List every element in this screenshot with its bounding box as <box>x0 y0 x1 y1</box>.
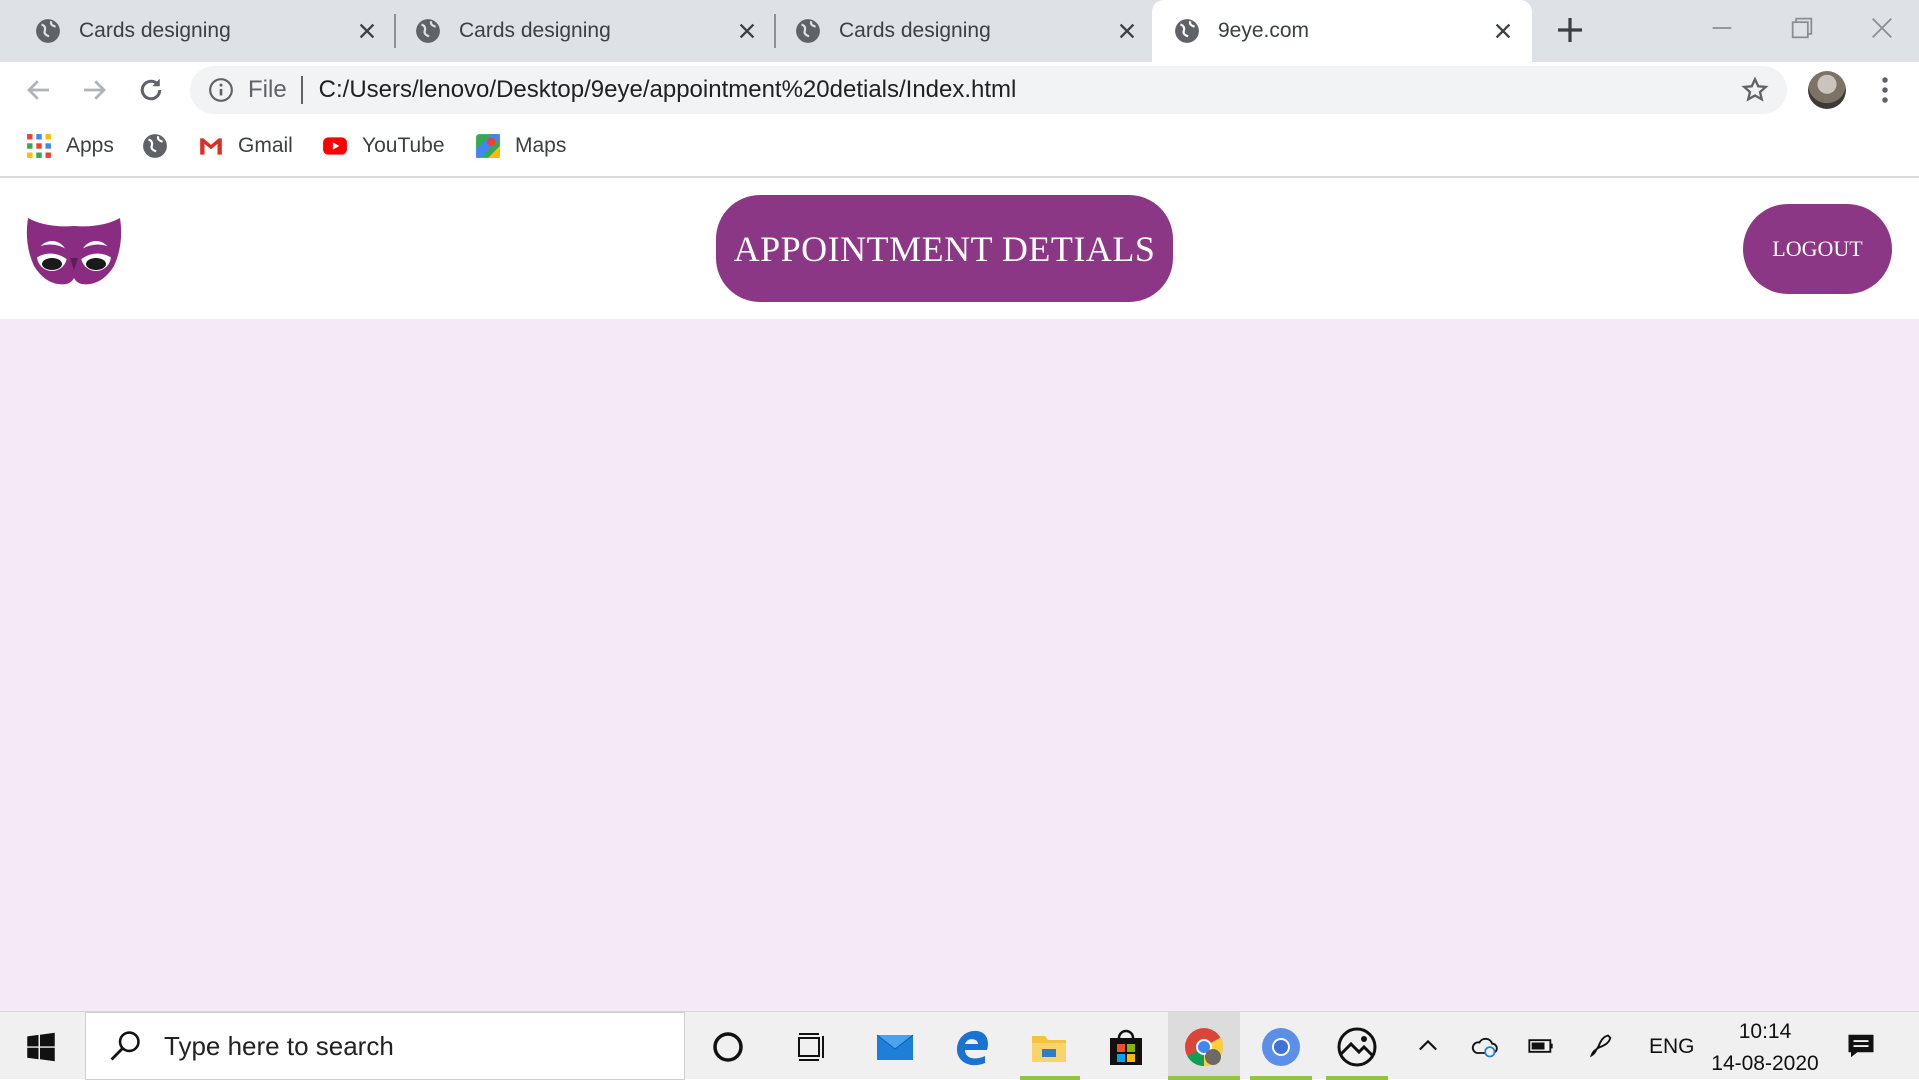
bookmark-maps[interactable]: Maps <box>475 130 566 162</box>
browser-tab[interactable]: Cards designing <box>380 0 776 62</box>
photos-icon[interactable] <box>1336 1026 1378 1068</box>
globe-icon <box>796 19 820 43</box>
cortana-icon[interactable] <box>707 1026 749 1068</box>
system-clock[interactable]: 10:14 14-08-2020 <box>1700 1016 1830 1080</box>
globe-icon <box>36 19 60 43</box>
site-info-icon[interactable] <box>208 77 234 103</box>
mail-icon[interactable] <box>874 1026 916 1068</box>
running-indicator <box>1168 1076 1240 1080</box>
maps-icon <box>476 134 500 158</box>
youtube-icon <box>323 137 347 155</box>
browser-tab-strip: Cards designing Cards designing Cards de… <box>0 0 1919 62</box>
bookmark-star-icon[interactable] <box>1741 76 1769 104</box>
minimize-icon[interactable] <box>1708 14 1736 42</box>
windows-start-icon[interactable] <box>26 1032 56 1062</box>
search-placeholder: Type here to search <box>164 1030 394 1061</box>
pen-workspace-icon[interactable] <box>1587 1032 1615 1060</box>
tab-title: Cards designing <box>839 19 991 42</box>
new-tab-icon[interactable] <box>1554 14 1586 46</box>
bookmarks-bar: Apps Gmail YouTube Maps <box>0 116 1919 178</box>
chromium-icon[interactable] <box>1260 1026 1302 1068</box>
back-icon[interactable] <box>24 75 54 105</box>
clock-time: 10:14 <box>1738 1020 1792 1043</box>
taskbar-search-box[interactable]: Type here to search <box>85 1012 685 1080</box>
url-scheme-label: File <box>248 76 287 103</box>
close-tab-icon[interactable] <box>736 20 758 42</box>
forward-icon[interactable] <box>79 75 109 105</box>
chrome-icon[interactable] <box>1183 1026 1225 1068</box>
globe-icon <box>416 19 440 43</box>
close-tab-icon[interactable] <box>1116 20 1138 42</box>
tab-title: Cards designing <box>459 19 611 42</box>
chevron-up-icon[interactable] <box>1414 1032 1442 1060</box>
bookmark-label: Maps <box>515 134 567 157</box>
site-header: APPOINTMENT DETIALS LOGOUT <box>0 180 1919 319</box>
more-menu-icon[interactable] <box>1870 75 1900 105</box>
bookmark-globe[interactable] <box>142 130 182 162</box>
close-tab-icon[interactable] <box>1492 20 1514 42</box>
page-content: APPOINTMENT DETIALS LOGOUT <box>0 180 1919 1011</box>
battery-icon[interactable] <box>1527 1032 1555 1060</box>
edge-icon[interactable] <box>951 1026 993 1068</box>
gmail-icon <box>200 138 222 155</box>
action-center-icon[interactable] <box>1846 1031 1876 1061</box>
profile-avatar[interactable] <box>1808 71 1846 109</box>
url-divider <box>300 76 303 104</box>
onedrive-sync-icon[interactable] <box>1470 1032 1498 1060</box>
browser-toolbar: File C:/Users/lenovo/Desktop/9eye/appoin… <box>0 62 1919 116</box>
globe-icon <box>143 134 167 158</box>
clock-date: 14-08-2020 <box>1711 1052 1819 1075</box>
task-view-icon[interactable] <box>791 1026 833 1068</box>
owl-logo-icon[interactable] <box>26 214 122 286</box>
tab-title: 9eye.com <box>1218 19 1310 42</box>
bookmark-gmail[interactable]: Gmail <box>198 130 293 162</box>
bookmark-label: Apps <box>66 134 114 157</box>
globe-icon <box>1175 19 1199 43</box>
browser-tab[interactable]: Cards designing <box>0 0 396 62</box>
store-icon[interactable] <box>1105 1026 1147 1068</box>
running-indicator <box>1326 1076 1388 1080</box>
file-explorer-icon[interactable] <box>1028 1026 1070 1068</box>
reload-icon[interactable] <box>136 75 166 105</box>
browser-tab[interactable]: Cards designing <box>760 0 1156 62</box>
language-indicator[interactable]: ENG <box>1649 1035 1695 1059</box>
restore-icon[interactable] <box>1788 14 1816 42</box>
tab-title: Cards designing <box>79 19 231 42</box>
bookmark-apps[interactable]: Apps <box>26 130 114 162</box>
page-title: APPOINTMENT DETIALS <box>716 195 1173 302</box>
running-indicator <box>1020 1076 1080 1080</box>
apps-grid-icon <box>27 134 51 158</box>
url-text[interactable]: C:/Users/lenovo/Desktop/9eye/appointment… <box>319 76 1741 104</box>
close-tab-icon[interactable] <box>356 20 378 42</box>
logout-button[interactable]: LOGOUT <box>1743 204 1892 294</box>
browser-tab-active[interactable]: 9eye.com <box>1152 0 1532 62</box>
address-bar[interactable]: File C:/Users/lenovo/Desktop/9eye/appoin… <box>190 66 1787 114</box>
running-indicator <box>1250 1076 1312 1080</box>
bookmark-label: Gmail <box>238 134 293 157</box>
bookmark-label: YouTube <box>362 134 445 157</box>
windows-taskbar: Type here to search ENG 10:14 14-08-2020 <box>0 1011 1919 1080</box>
close-window-icon[interactable] <box>1868 14 1896 42</box>
search-icon <box>110 1031 140 1061</box>
bookmark-youtube[interactable]: YouTube <box>322 130 445 162</box>
